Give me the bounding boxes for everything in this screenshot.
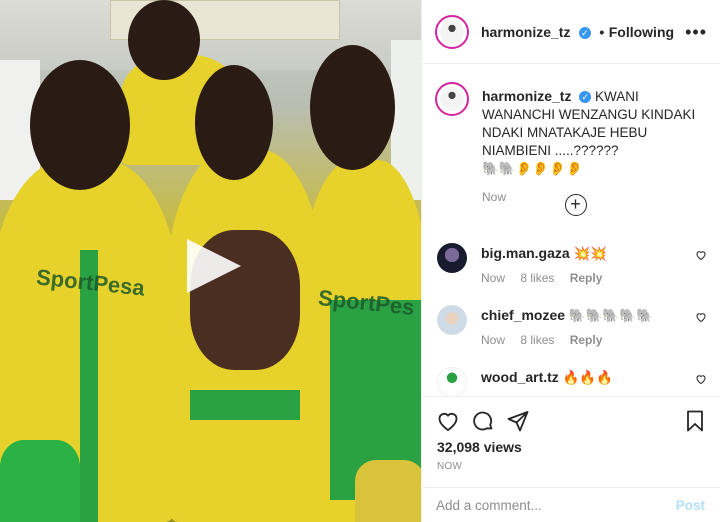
- commenter-avatar[interactable]: [437, 243, 467, 273]
- following-button[interactable]: Following: [609, 24, 674, 40]
- share-send-icon[interactable]: [506, 409, 530, 433]
- reply-button[interactable]: Reply: [570, 271, 603, 285]
- more-options-icon[interactable]: •••: [685, 22, 707, 43]
- comment-body: chief_mozee 🐘🐘🐘🐘🐘: [481, 307, 653, 324]
- commenter-username[interactable]: big.man.gaza: [481, 245, 570, 261]
- caption-emojis: 🐘🐘👂👂👂👂: [482, 161, 583, 176]
- comment-text: 🐘🐘🐘🐘🐘: [568, 308, 653, 323]
- comment-likes[interactable]: 8 likes: [520, 271, 554, 285]
- commenter-avatar[interactable]: [437, 367, 467, 397]
- post-side-panel: harmonize_tz ✓ • Following ••• harmonize…: [421, 0, 720, 522]
- save-bookmark-icon[interactable]: [683, 409, 707, 433]
- author-username[interactable]: harmonize_tz: [481, 24, 570, 40]
- plus-icon: +: [570, 194, 581, 214]
- caption-time: Now: [482, 190, 507, 204]
- caption-username[interactable]: harmonize_tz: [482, 88, 571, 104]
- view-count[interactable]: 32,098 views: [437, 439, 522, 455]
- post-actions: 32,098 views NOW Add a comment... Post: [422, 396, 720, 522]
- post-comment-button[interactable]: Post: [676, 498, 705, 513]
- post-header: harmonize_tz ✓ • Following •••: [422, 0, 720, 64]
- player-head: [310, 45, 395, 170]
- comment-time: Now: [481, 271, 506, 285]
- verified-badge-icon: ✓: [578, 26, 591, 39]
- like-comment-heart-icon[interactable]: [695, 311, 707, 323]
- comment-body: big.man.gaza 💥💥: [481, 245, 607, 262]
- comment-item: wood_art.tz 🔥🔥🔥: [422, 367, 720, 397]
- like-comment-heart-icon[interactable]: [695, 373, 707, 385]
- caption-avatar[interactable]: [435, 82, 469, 116]
- header-separator: •: [599, 24, 605, 40]
- comment-meta: Now 8 likes Reply: [481, 271, 614, 285]
- comment-item: chief_mozee 🐘🐘🐘🐘🐘 Now 8 likes Reply: [422, 305, 720, 365]
- comment-body: wood_art.tz 🔥🔥🔥: [481, 369, 613, 386]
- author-avatar[interactable]: [435, 15, 469, 49]
- player-head: [128, 0, 200, 80]
- comment-text: 🔥🔥🔥: [562, 370, 613, 385]
- bus-seat: [355, 460, 421, 522]
- comment-bubble-icon[interactable]: [471, 409, 495, 433]
- header-info: harmonize_tz ✓ • Following: [481, 24, 674, 42]
- commenter-username[interactable]: chief_mozee: [481, 307, 565, 323]
- add-comment-bar: Add a comment... Post: [422, 487, 720, 522]
- comment-likes[interactable]: 8 likes: [520, 333, 554, 347]
- reply-button[interactable]: Reply: [570, 333, 603, 347]
- verified-badge-icon: ✓: [579, 91, 592, 104]
- comment-meta: Now 8 likes Reply: [481, 333, 614, 347]
- like-comment-heart-icon[interactable]: [695, 249, 707, 261]
- play-button[interactable]: [183, 237, 243, 295]
- commenter-username[interactable]: wood_art.tz: [481, 369, 559, 385]
- player-head: [195, 65, 273, 180]
- bus-seat: [0, 440, 80, 522]
- comment-text: 💥💥: [573, 246, 608, 261]
- player-head: [30, 60, 130, 190]
- jersey-stripe: [190, 390, 310, 420]
- post-caption: harmonize_tz ✓ KWANI WANANCHI WENZANGU K…: [482, 87, 712, 206]
- commenter-avatar[interactable]: [437, 305, 467, 335]
- play-icon: [187, 239, 241, 293]
- post-timestamp: NOW: [437, 461, 463, 472]
- video-player[interactable]: SportPesa SportPes: [0, 0, 421, 522]
- load-more-comments-button[interactable]: +: [565, 194, 587, 216]
- add-comment-input[interactable]: Add a comment...: [436, 498, 656, 513]
- comment-time: Now: [481, 333, 506, 347]
- like-heart-icon[interactable]: [436, 409, 460, 433]
- comment-item: big.man.gaza 💥💥 Now 8 likes Reply: [422, 243, 720, 303]
